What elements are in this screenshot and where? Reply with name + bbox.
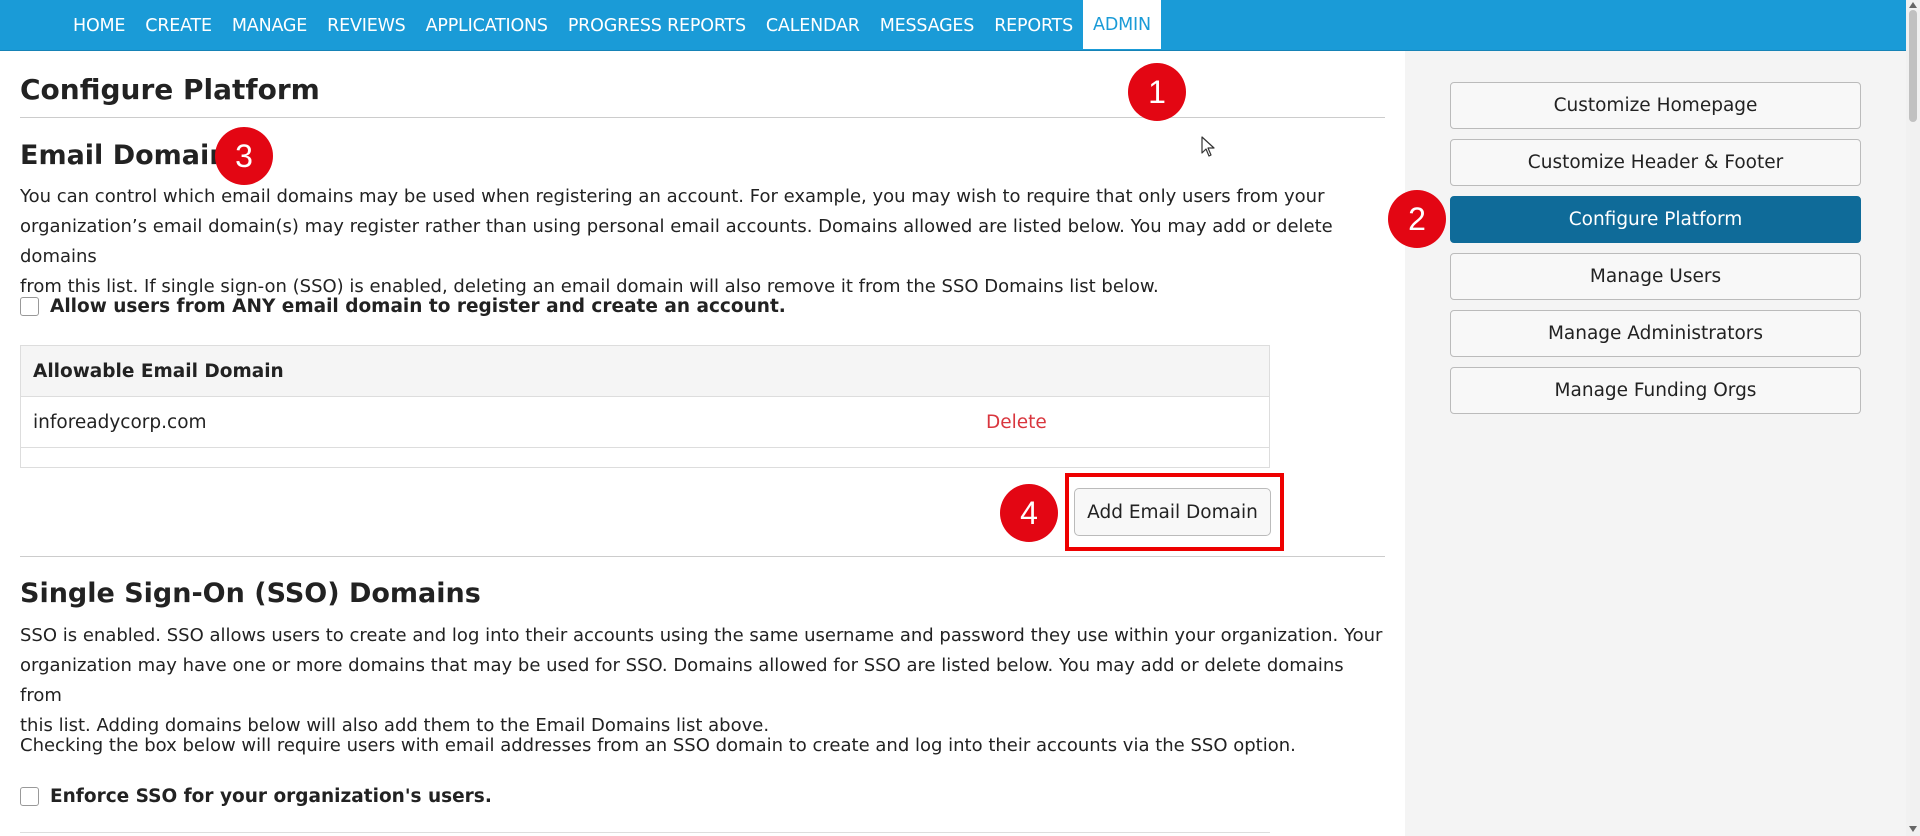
sso-description-line: organization may have one or more domain…: [20, 655, 1344, 706]
vertical-scrollbar[interactable]: [1906, 0, 1920, 836]
configure-platform-button[interactable]: Configure Platform: [1450, 196, 1861, 243]
nav-manage[interactable]: MANAGE: [222, 0, 317, 51]
nav-create[interactable]: CREATE: [135, 0, 222, 51]
table-header: Allowable Email Domain: [21, 346, 1269, 397]
nav-messages[interactable]: MESSAGES: [870, 0, 985, 51]
section-divider: [20, 556, 1385, 557]
delete-domain-link[interactable]: Delete: [986, 412, 1047, 433]
table-empty-row: [21, 448, 1269, 467]
enforce-sso-row: Enforce SSO for your organization's user…: [20, 786, 492, 807]
step-marker-4: 4: [1000, 484, 1058, 542]
scroll-up-arrow-icon[interactable]: [1909, 2, 1917, 8]
enforce-sso-label: Enforce SSO for your organization's user…: [50, 786, 492, 807]
email-domains-description-line: You can control which email domains may …: [20, 186, 1325, 207]
nav-calendar[interactable]: CALENDAR: [756, 0, 870, 51]
allow-any-domain-checkbox[interactable]: [20, 297, 39, 316]
allow-any-domain-row: Allow users from ANY email domain to reg…: [20, 296, 786, 317]
add-email-domain-button[interactable]: Add Email Domain: [1074, 488, 1271, 536]
nav-menu: HOME CREATE MANAGE REVIEWS APPLICATIONS …: [63, 0, 1161, 51]
table-row: inforeadycorp.com Delete: [21, 397, 1269, 448]
top-navigation-bar: HOME CREATE MANAGE REVIEWS APPLICATIONS …: [0, 0, 1906, 51]
enforce-sso-checkbox[interactable]: [20, 787, 39, 806]
email-domains-table: Allowable Email Domain inforeadycorp.com…: [20, 345, 1270, 468]
manage-administrators-button[interactable]: Manage Administrators: [1450, 310, 1861, 357]
scroll-down-arrow-icon[interactable]: [1909, 826, 1917, 832]
step-marker-2: 2: [1388, 190, 1446, 248]
allow-any-domain-label: Allow users from ANY email domain to reg…: [50, 296, 786, 317]
sso-enforce-note: Checking the box below will require user…: [20, 735, 1296, 756]
nav-reviews[interactable]: REVIEWS: [317, 0, 415, 51]
title-divider: [20, 117, 1385, 118]
domain-value: inforeadycorp.com: [33, 411, 207, 433]
manage-funding-orgs-button[interactable]: Manage Funding Orgs: [1450, 367, 1861, 414]
mouse-pointer-icon: [1201, 136, 1215, 157]
step-marker-1: 1: [1128, 63, 1186, 121]
email-domains-description: You can control which email domains may …: [20, 182, 1390, 302]
customize-header-footer-button[interactable]: Customize Header & Footer: [1450, 139, 1861, 186]
manage-users-button[interactable]: Manage Users: [1450, 253, 1861, 300]
column-header-domain: Allowable Email Domain: [33, 360, 284, 382]
nav-applications[interactable]: APPLICATIONS: [416, 0, 558, 51]
sso-domains-heading: Single Sign-On (SSO) Domains: [20, 578, 481, 609]
nav-reports[interactable]: REPORTS: [984, 0, 1083, 51]
sso-description: SSO is enabled. SSO allows users to crea…: [20, 621, 1390, 741]
customize-homepage-button[interactable]: Customize Homepage: [1450, 82, 1861, 129]
nav-admin[interactable]: ADMIN: [1083, 0, 1161, 49]
nav-progress-reports[interactable]: PROGRESS REPORTS: [558, 0, 756, 51]
email-domains-description-line: organization’s email domain(s) may regis…: [20, 216, 1333, 267]
email-domains-heading: Email Domains: [20, 140, 245, 171]
scroll-thumb[interactable]: [1909, 10, 1917, 122]
page-title: Configure Platform: [20, 73, 320, 106]
sso-table-top-border: [20, 832, 1270, 833]
nav-home[interactable]: HOME: [63, 0, 135, 51]
step-marker-3: 3: [215, 127, 273, 185]
sso-description-line: SSO is enabled. SSO allows users to crea…: [20, 625, 1383, 646]
